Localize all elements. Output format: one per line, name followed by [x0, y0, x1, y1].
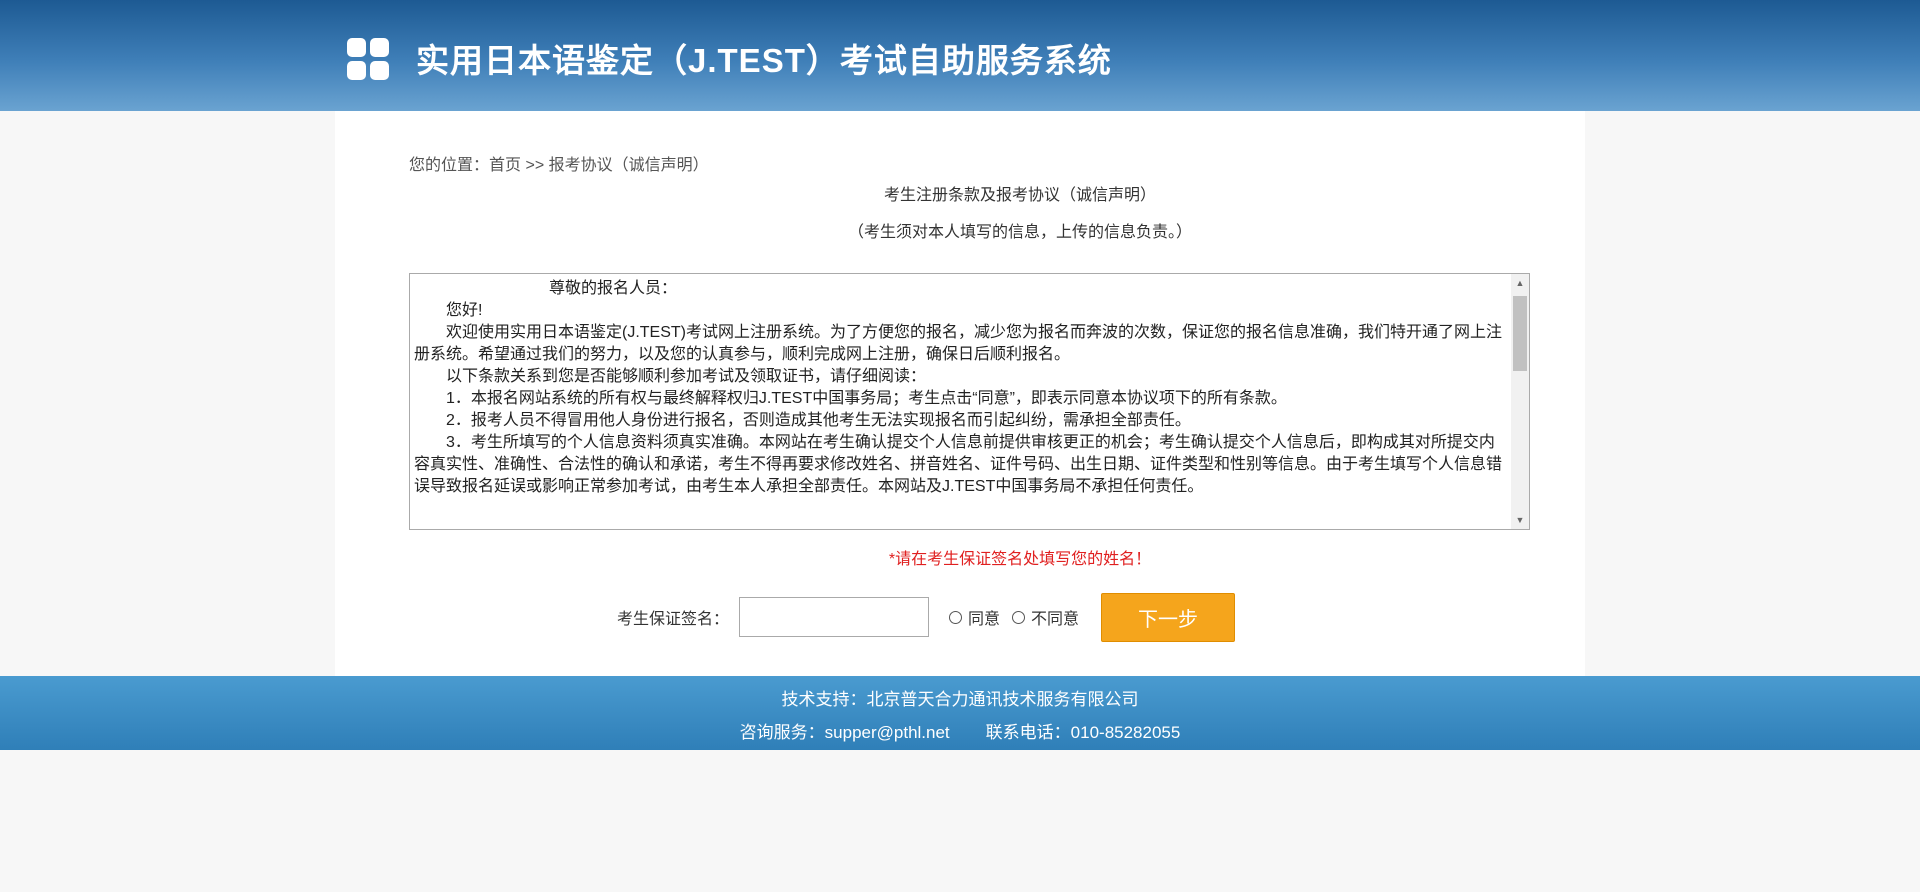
agreement-paragraph: 3．考生所填写的个人信息资料须真实准确。本网站在考生确认提交个人信息前提供审核更…	[414, 434, 1503, 495]
agree-radio[interactable]: 同意	[949, 605, 1000, 629]
scrollbar-thumb[interactable]	[1513, 296, 1527, 371]
scroll-down-arrow-icon[interactable]: ▼	[1511, 511, 1529, 529]
signature-label: 考生保证签名：	[617, 611, 730, 628]
breadcrumb-home-link[interactable]: 首页	[489, 157, 521, 174]
agreement-paragraph: 欢迎使用实用日本语鉴定(J.TEST)考试网上注册系统。为了方便您的报名，减少您…	[414, 324, 1502, 363]
header-banner: 实用日本语鉴定（J.TEST）考试自助服务系统	[0, 0, 1920, 111]
agreement-paragraph: 您好!	[446, 302, 483, 319]
agreement-paragraph: 尊敬的报名人员：	[549, 280, 678, 297]
breadcrumb: 您的位置：首页 >> 报考协议（诚信声明）	[409, 151, 709, 175]
disagree-radio[interactable]: 不同意	[1012, 605, 1079, 629]
footer: 技术支持：北京普天合力通讯技术服务有限公司 咨询服务：supper@pthl.n…	[0, 676, 1920, 750]
agreement-title: 考生注册条款及报考协议（诚信声明）	[883, 187, 1156, 204]
next-step-button[interactable]: 下一步	[1101, 592, 1236, 642]
disagree-label: 不同意	[1031, 611, 1080, 628]
radio-circle-icon[interactable]	[1012, 610, 1026, 624]
signature-input[interactable]	[739, 597, 930, 637]
radio-circle-icon[interactable]	[949, 610, 963, 624]
breadcrumb-current: 报考协议（诚信声明）	[548, 157, 709, 174]
agreement-paragraph: 以下条款关系到您是否能够顺利参加考试及领取证书，请仔细阅读：	[446, 368, 927, 385]
agreement-paragraph: 1．本报名网站系统的所有权与最终解释权归J.TEST中国事务局；考生点击“同意”…	[446, 390, 1287, 407]
tech-support-text: 技术支持：北京普天合力通讯技术服务有限公司	[781, 690, 1139, 709]
scroll-up-arrow-icon[interactable]: ▲	[1511, 274, 1529, 292]
service-email: 咨询服务：supper@pthl.net	[739, 723, 950, 742]
site-title: 实用日本语鉴定（J.TEST）考试自助服务系统	[416, 42, 1112, 79]
agreement-textarea[interactable]: 尊敬的报名人员： 您好! 欢迎使用实用日本语鉴定(J.TEST)考试网上注册系统…	[409, 273, 1530, 530]
agreement-paragraph: 2．报考人员不得冒用他人身份进行报名，否则造成其他考生无法实现报名而引起纠纷，需…	[446, 412, 1191, 429]
signature-notice: *请在考生保证签名处填写您的姓名！	[888, 551, 1152, 568]
contact-phone: 联系电话：010-85282055	[985, 723, 1181, 742]
agreement-subtitle: （考生须对本人填写的信息，上传的信息负责。）	[847, 224, 1192, 241]
breadcrumb-separator: >>	[521, 157, 549, 174]
signature-row: 考生保证签名： 同意 不同意 下一步	[617, 592, 1236, 642]
agree-label: 同意	[968, 611, 1001, 628]
scrollbar[interactable]: ▲ ▼	[1511, 274, 1529, 529]
grid-logo-icon	[347, 38, 389, 80]
breadcrumb-prefix: 您的位置：	[409, 157, 490, 174]
